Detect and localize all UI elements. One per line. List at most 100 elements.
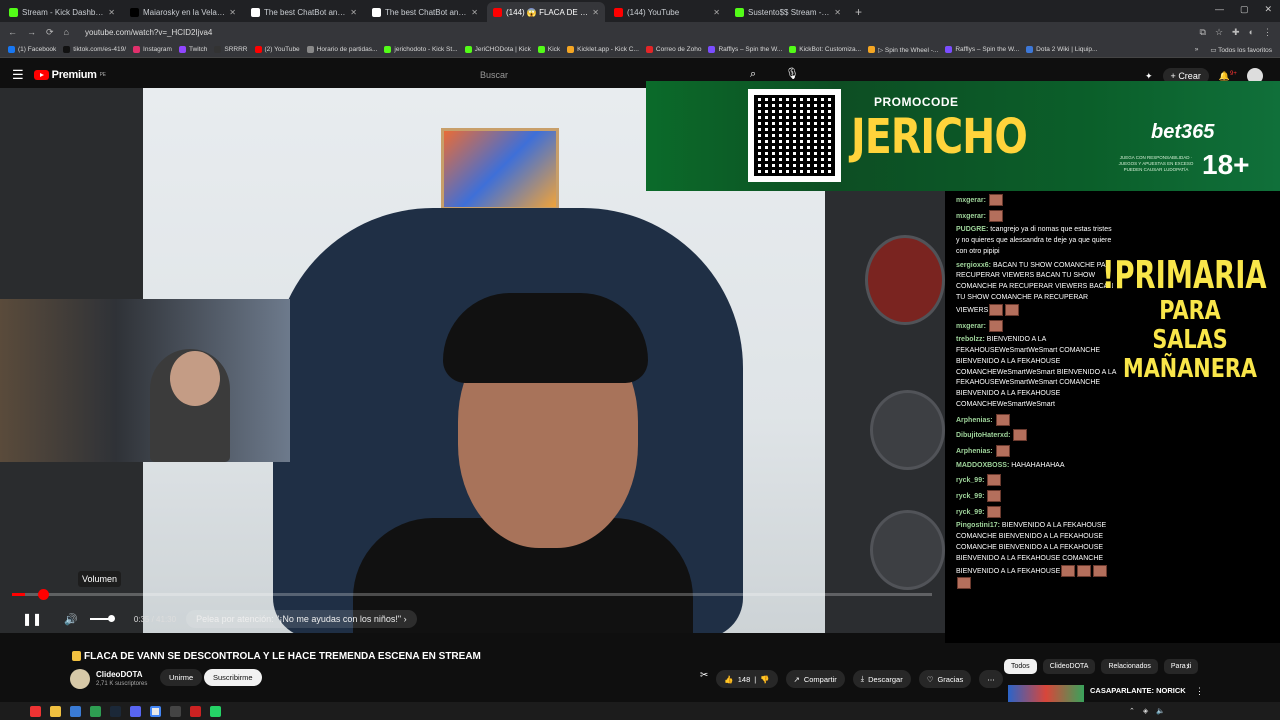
search-icon[interactable]: ⌕ bbox=[750, 68, 756, 81]
filter-chip[interactable]: Relacionados bbox=[1101, 659, 1158, 674]
share-button[interactable]: ↗ Compartir bbox=[785, 670, 845, 688]
download-label: Descargar bbox=[868, 674, 903, 684]
channel-name[interactable]: ClideoDOTA bbox=[96, 670, 143, 679]
bookmark-item[interactable]: SRRRR bbox=[214, 46, 248, 53]
progress-bar[interactable] bbox=[12, 589, 932, 600]
channel-avatar[interactable] bbox=[70, 669, 90, 689]
chapter-button[interactable]: Pelea por atención: "¡No me ayudas con l… bbox=[186, 610, 417, 628]
browser-tab[interactable]: (144) 😱 FLACA DE VANN S ✕ bbox=[487, 2, 605, 22]
ad-disclaimer: JUEGA CON RESPONSABILIDAD · JUEGOS Y APU… bbox=[1118, 155, 1194, 172]
like-button[interactable]: 👍 148 | 👎 bbox=[716, 670, 778, 688]
cast-icon[interactable]: ⧉ bbox=[1200, 27, 1206, 38]
notifications-icon[interactable]: 🔔9+ bbox=[1219, 71, 1237, 82]
new-tab-icon[interactable]: + bbox=[847, 5, 870, 22]
chat-username: Arphenias: bbox=[956, 447, 993, 455]
bookmark-item[interactable]: Rafflys – Spin the W... bbox=[945, 46, 1019, 53]
home-icon[interactable]: ⌂ bbox=[64, 27, 69, 37]
chat-username: ryck_99: bbox=[956, 477, 985, 485]
browser-tab[interactable]: The best ChatBot and Widgets ✕ bbox=[366, 2, 484, 22]
tab-close-icon[interactable]: ✕ bbox=[229, 8, 236, 17]
minimize-icon[interactable]: — bbox=[1215, 4, 1224, 15]
bookmark-item[interactable]: Kicklet.app - Kick C... bbox=[567, 46, 639, 53]
join-button[interactable]: Unirme bbox=[160, 669, 203, 686]
discord-icon[interactable] bbox=[130, 705, 141, 717]
chat-username: Pingostini17: bbox=[956, 522, 1000, 530]
bookmark-item[interactable]: Twitch bbox=[178, 46, 207, 53]
adobe-icon[interactable] bbox=[190, 705, 201, 717]
bookmark-item[interactable]: Kick bbox=[537, 46, 560, 53]
bookmark-item[interactable]: JeriCHODota | Kick bbox=[464, 46, 531, 53]
obs-icon[interactable] bbox=[170, 705, 181, 717]
bookmark-item[interactable]: (1) Facebook bbox=[8, 46, 56, 53]
volume-icon[interactable]: 🔊 bbox=[64, 613, 78, 626]
extensions-icon[interactable]: ✚ bbox=[1232, 27, 1240, 38]
bookmark-item[interactable]: Dota 2 Wiki | Liquip... bbox=[1026, 46, 1097, 53]
folder-icon[interactable] bbox=[50, 705, 61, 717]
bookmark-item[interactable]: Rafflys – Spin the W... bbox=[708, 46, 782, 53]
menu-icon[interactable]: ⋮ bbox=[1263, 27, 1272, 38]
filter-chip[interactable]: Para ti bbox=[1163, 659, 1199, 674]
browser-tab[interactable]: Stream - Kick Dashboard ✕ bbox=[3, 2, 121, 22]
rec-more-icon[interactable]: ⋮ bbox=[1195, 686, 1204, 697]
browser-tab[interactable]: Sustento$$ Stream - Watch Liv✕ bbox=[729, 2, 847, 22]
clip-icon[interactable]: ✂ bbox=[700, 670, 708, 688]
browser-tab[interactable]: The best ChatBot and Widgets ✕ bbox=[245, 2, 363, 22]
filter-chip[interactable]: Todos bbox=[1004, 659, 1037, 674]
tray-expand-icon[interactable]: ⌃ bbox=[1129, 707, 1135, 715]
bookmark-item[interactable]: KickBot: Customiza... bbox=[789, 46, 861, 53]
youtube-logo[interactable]: Premium PE bbox=[33, 69, 106, 81]
dislike-icon[interactable]: 👎 bbox=[760, 675, 769, 684]
bookmark-item[interactable]: Instagram bbox=[133, 46, 172, 53]
bookmark-item[interactable]: jerichodoto - Kick St... bbox=[384, 46, 458, 53]
app-icon-blue[interactable] bbox=[70, 705, 81, 717]
bookmark-item[interactable]: (2) YouTube bbox=[254, 46, 300, 53]
volume-slider[interactable] bbox=[89, 615, 115, 622]
menu-hamburger-icon[interactable]: ☰ bbox=[12, 67, 24, 83]
game-hero-portrait bbox=[865, 235, 945, 325]
chrome-icon[interactable] bbox=[150, 705, 161, 717]
more-options-icon[interactable]: ⋯ bbox=[979, 670, 1003, 688]
bookmark-item[interactable]: Correo de Zoho bbox=[645, 46, 701, 53]
tab-close-icon[interactable]: ✕ bbox=[108, 8, 115, 17]
chat-username: ryck_99: bbox=[956, 508, 985, 516]
maximize-icon[interactable]: ▢ bbox=[1240, 4, 1249, 15]
tab-close-icon[interactable]: ✕ bbox=[350, 8, 357, 17]
create-icon[interactable]: ✦ bbox=[1145, 71, 1153, 82]
pause-icon[interactable]: ❚❚ bbox=[22, 612, 42, 626]
bookmark-star-icon[interactable]: ☆ bbox=[1215, 27, 1223, 38]
bookmark-item[interactable]: Horario de partidas... bbox=[306, 46, 377, 53]
excel-icon[interactable] bbox=[90, 705, 101, 717]
microphone-icon[interactable]: 🎙 bbox=[785, 67, 799, 80]
speaker-icon[interactable]: 🔈 bbox=[1156, 707, 1165, 715]
bookmarks-overflow-icon[interactable]: » bbox=[1195, 46, 1199, 54]
whatsapp-icon[interactable] bbox=[210, 705, 221, 717]
forward-icon[interactable]: → bbox=[27, 27, 36, 37]
tab-close-icon[interactable]: ✕ bbox=[471, 8, 478, 17]
thanks-button[interactable]: ♡ Gracias bbox=[918, 670, 972, 688]
tab-favicon-icon bbox=[614, 7, 623, 17]
opera-icon[interactable] bbox=[30, 705, 41, 717]
tab-close-icon[interactable]: ✕ bbox=[592, 8, 599, 17]
download-button[interactable]: ⤓ Descargar bbox=[852, 670, 911, 688]
video-title-text: FLACA DE VANN SE DESCONTROLA Y LE HACE T… bbox=[84, 651, 481, 662]
subscribe-button[interactable]: Suscribirme bbox=[204, 669, 262, 686]
reload-icon[interactable]: ⟳ bbox=[46, 27, 54, 38]
profile-icon[interactable]: ◐ bbox=[1249, 27, 1254, 38]
tab-close-icon[interactable]: ✕ bbox=[713, 8, 720, 17]
back-icon[interactable]: ← bbox=[8, 27, 17, 37]
browser-tab[interactable]: (144) YouTube ✕ bbox=[608, 2, 726, 22]
progress-knob[interactable] bbox=[37, 589, 49, 600]
close-window-icon[interactable]: ✕ bbox=[1264, 4, 1272, 15]
thanks-label: Gracias bbox=[937, 674, 964, 684]
all-bookmarks-button[interactable]: ▭ Todos los favoritos bbox=[1210, 46, 1272, 54]
filter-chip[interactable]: ClideoDOTA bbox=[1042, 659, 1096, 674]
steam-icon[interactable] bbox=[110, 705, 121, 717]
bookmark-item[interactable]: tiktok.com/es-419/ bbox=[63, 46, 126, 53]
url-field[interactable]: youtube.com/watch?v=_HCID2Ijva4 bbox=[85, 28, 1190, 37]
chips-next-icon[interactable]: › bbox=[1186, 661, 1189, 672]
recommended-title[interactable]: CASAPARLANTE: NORICK bbox=[1090, 686, 1186, 695]
tab-close-icon[interactable]: ✕ bbox=[834, 8, 841, 17]
bookmark-item[interactable]: ▷ Spin the Wheel -... bbox=[868, 46, 938, 54]
network-icon[interactable]: ◈ bbox=[1143, 707, 1148, 715]
browser-tab[interactable]: Maiarosky en la Velada de los✕ bbox=[124, 2, 242, 22]
